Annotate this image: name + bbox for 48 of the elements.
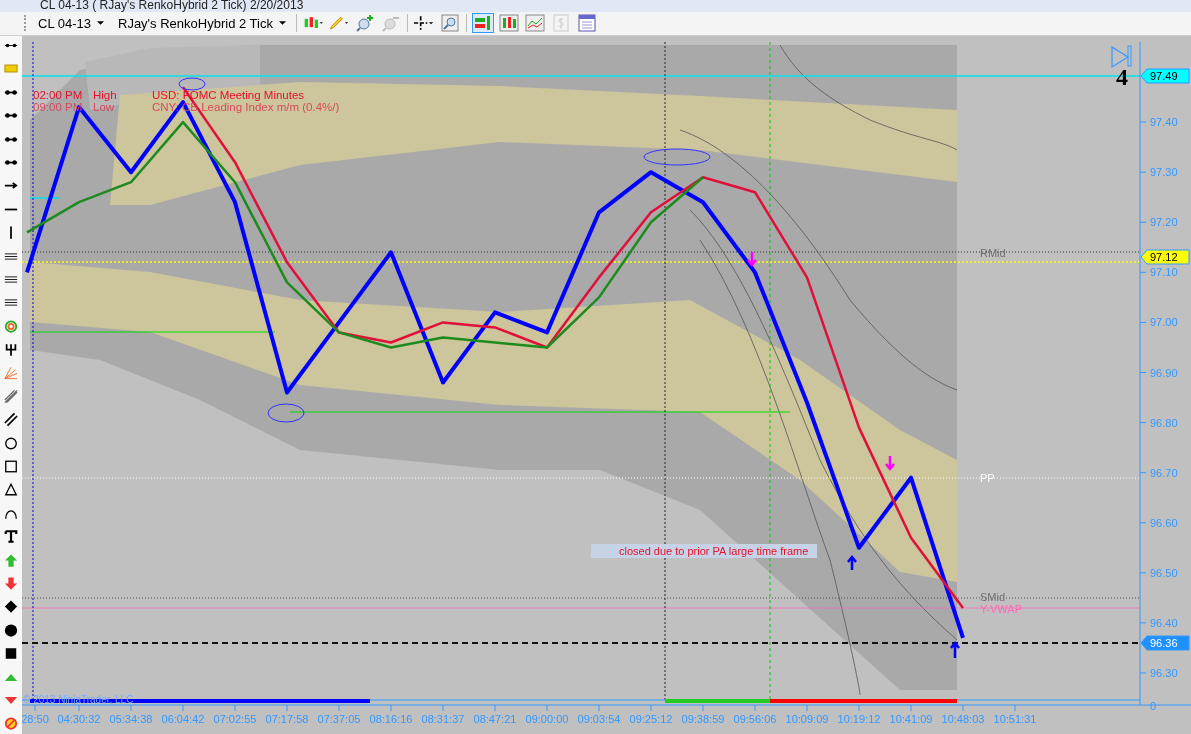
- time-axis-label: 07:02:55: [213, 713, 257, 725]
- event-time: 09:00 PM: [33, 101, 83, 113]
- window-title: CL 04-13 ( RJay's RenkoHybrid 2 Tick) 2/20/2013: [0, 0, 1191, 12]
- time-axis-label: 06:04:42: [161, 713, 205, 725]
- price-axis-label: 96.70: [1150, 466, 1178, 479]
- time-axis-label: 08:47:21: [473, 713, 517, 725]
- time-axis-label: 09:00:00: [525, 713, 569, 725]
- level-label: RMid: [980, 247, 1006, 259]
- price-axis-label: 96.30: [1150, 666, 1178, 679]
- price-axis-label: 96.60: [1150, 516, 1178, 529]
- level-label: Y-VWAP: [980, 603, 1022, 615]
- time-axis-label: 08:31:37: [421, 713, 465, 725]
- time-axis-label: 05:34:38: [109, 713, 153, 725]
- level-label: SMid: [980, 591, 1006, 603]
- time-axis-label: 10:19:12: [837, 713, 881, 725]
- time-axis-label: 09:25:12: [629, 713, 673, 725]
- volume-axis-label: 0: [1150, 700, 1157, 712]
- time-axis-label: 07:17:58: [265, 713, 309, 725]
- level-label: PP: [980, 472, 995, 484]
- time-axis-label: 10:09:09: [785, 713, 829, 725]
- time-axis-label: 09:56:06: [733, 713, 777, 725]
- price-marker: 96.36: [1140, 635, 1190, 651]
- time-axis-label: 07:37:05: [317, 713, 361, 725]
- price-axis-label: 96.40: [1150, 616, 1178, 629]
- price-marker: 97.49: [1140, 68, 1190, 84]
- event-time: 02:00 PM: [33, 89, 83, 101]
- price-axis-label: 96.90: [1150, 366, 1178, 379]
- event-type: Low: [93, 101, 115, 113]
- time-axis-label: 09:38:59: [681, 713, 725, 725]
- price-axis-label: 97.30: [1150, 166, 1178, 179]
- price-axis-label: 97.40: [1150, 116, 1178, 129]
- time-axis-label: 08:16:16: [369, 713, 413, 725]
- price-axis-label: 96.50: [1150, 566, 1178, 579]
- time-axis-label: 10:51:31: [993, 713, 1037, 725]
- price-axis-label: 97.00: [1150, 316, 1178, 329]
- event-type: High: [93, 89, 117, 101]
- price-axis-label: 96.80: [1150, 416, 1178, 429]
- chart-type-selector[interactable]: RJay's RenkoHybrid 2 Tick: [114, 15, 290, 31]
- chart-note: closed due to prior PA large time frame: [591, 544, 817, 558]
- time-axis-label: 28:50: [22, 713, 49, 725]
- instrument-selector[interactable]: CL 04-13: [34, 15, 108, 31]
- time-axis-label: 09:03:54: [577, 713, 621, 725]
- time-axis-label: 04:30:32: [57, 713, 101, 725]
- price-axis-label: 97.20: [1150, 216, 1178, 229]
- price-axis-label: 97.10: [1150, 266, 1178, 279]
- price-marker: 97.12: [1140, 249, 1190, 265]
- time-axis-label: 10:41:09: [889, 713, 933, 725]
- time-axis-label: 10:48:03: [941, 713, 985, 725]
